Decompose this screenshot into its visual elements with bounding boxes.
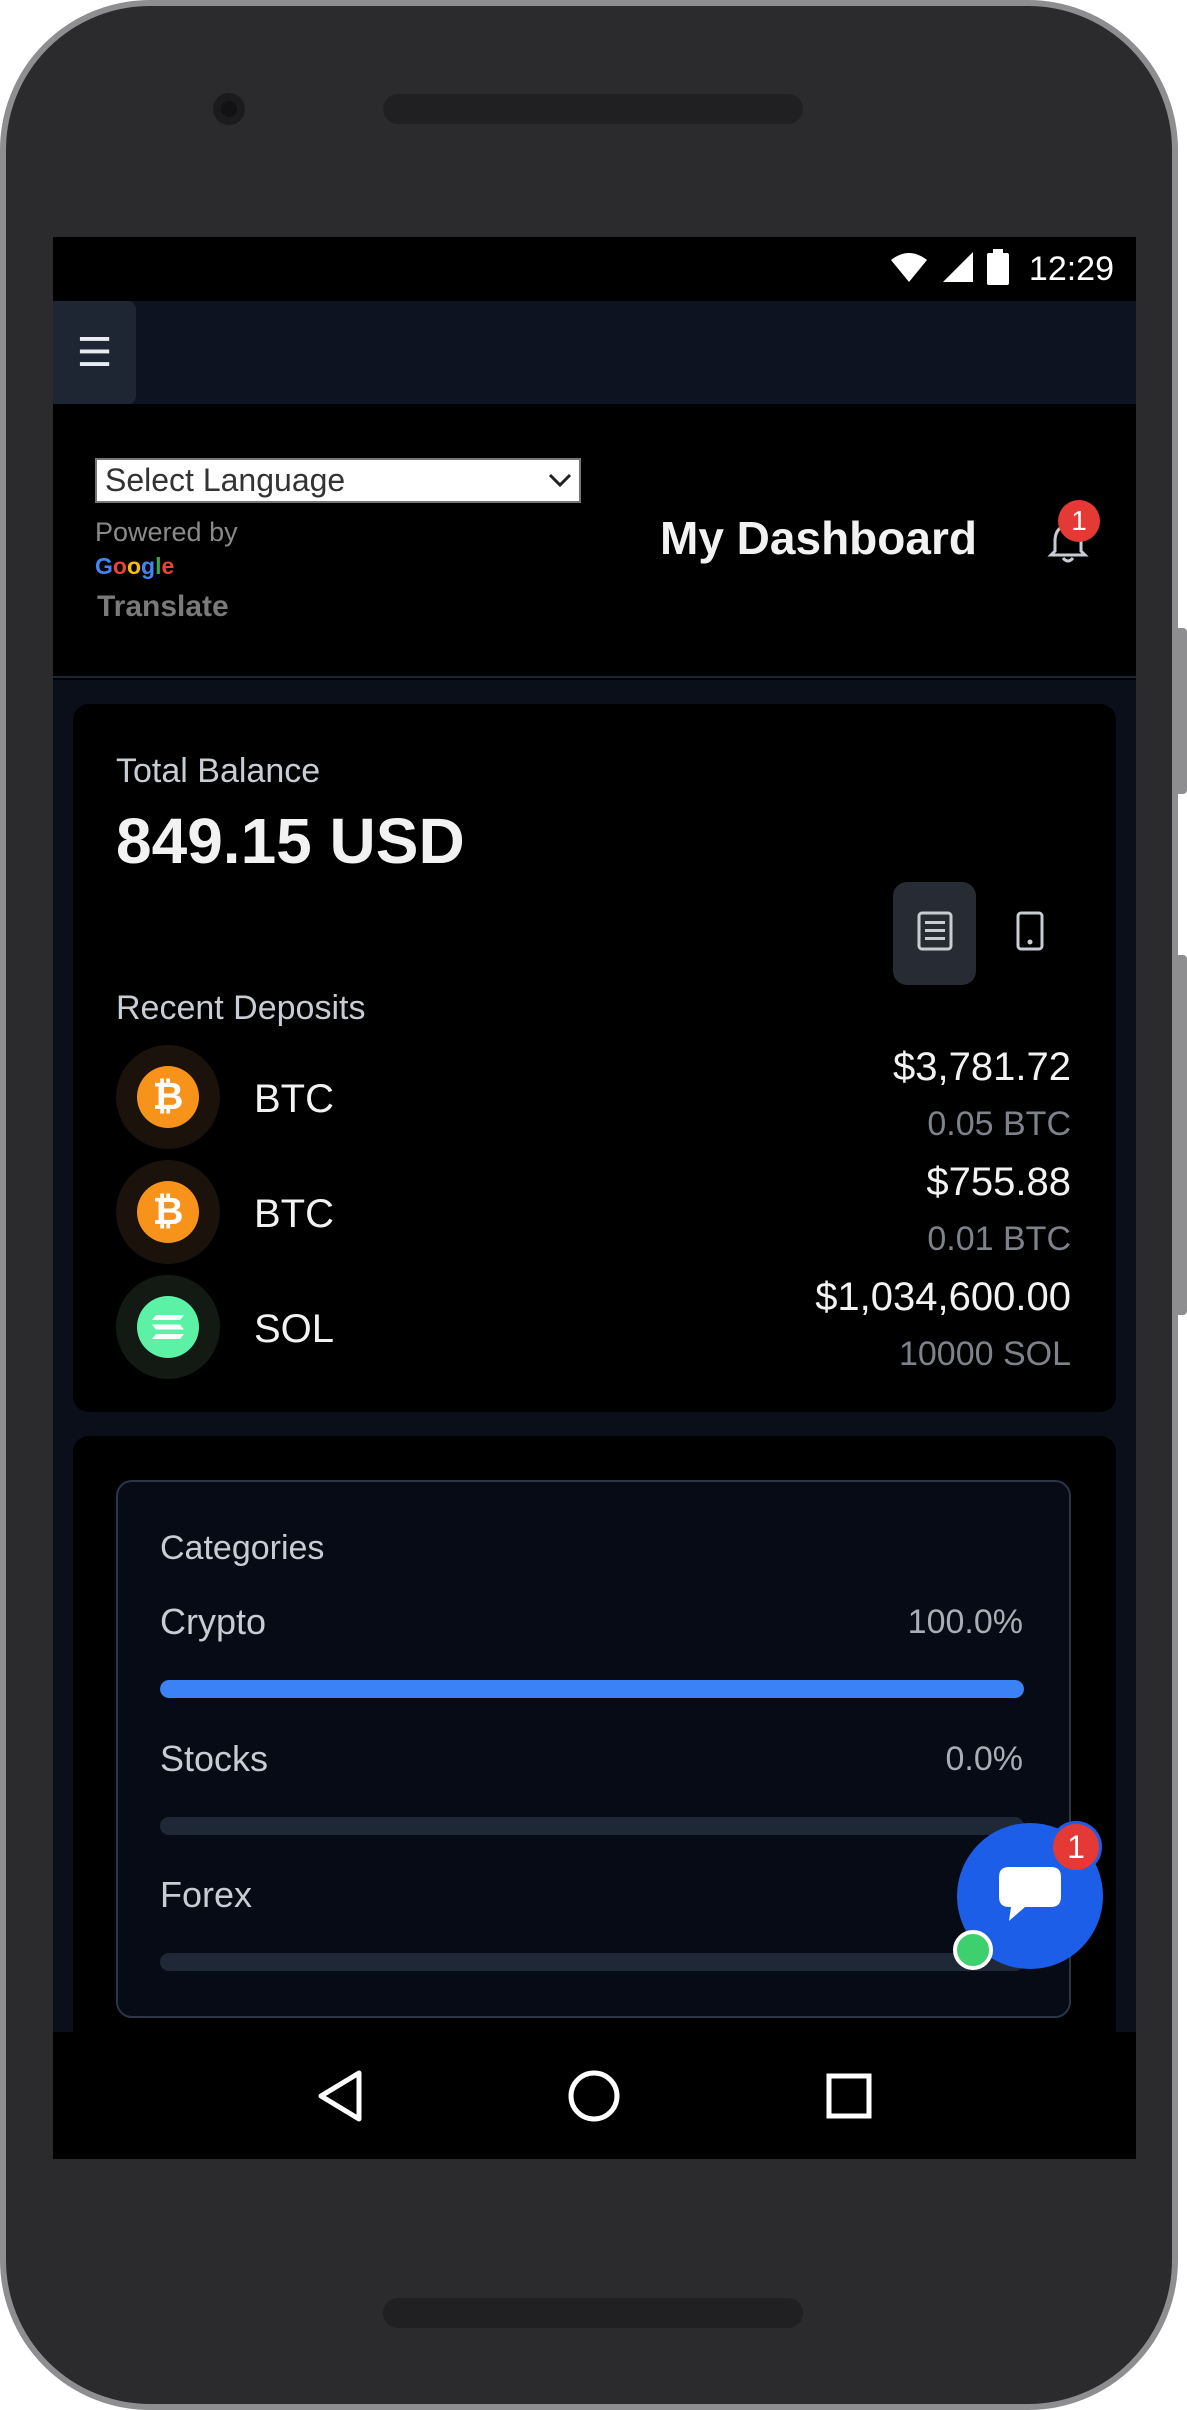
coin-avatar: ₿ [116,1045,220,1149]
device-frame: 12:29 ☰ Select Language Powered by Googl… [0,0,1178,2410]
category-progress-bar [160,1817,1024,1835]
list-view-button[interactable] [893,882,976,985]
deposit-row[interactable]: SOL $1,034,600.00 10000 SOL [116,1275,1071,1385]
recents-icon[interactable] [819,2066,879,2126]
android-nav-bar [53,2032,1136,2159]
chevron-down-icon [547,467,573,495]
phone-view-icon [1016,911,1044,956]
deposit-symbol: BTC [254,1192,334,1236]
deposit-symbol: SOL [254,1307,335,1351]
deposit-amount: 0.05 BTC [927,1105,1071,1143]
coin-avatar: ₿ [116,1160,220,1264]
category-percent: 100.0% [907,1603,1023,1641]
online-status-dot [953,1930,993,1970]
chat-badge: 1 [1050,1821,1102,1873]
category-progress-fill [160,1680,1024,1698]
translate-link[interactable]: Translate [97,590,229,624]
phone-view-button[interactable] [988,882,1071,985]
hamburger-menu-icon: ☰ [76,330,113,375]
solana-icon [137,1296,199,1358]
category-percent: 0.0% [945,1740,1024,1778]
earpiece-speaker [383,94,803,124]
status-bar: 12:29 [53,237,1136,301]
dashboard-header: Select Language Powered by Google Transl… [53,404,1136,678]
app-bar: ☰ [53,301,1136,404]
recent-deposits-label: Recent Deposits [116,989,366,1027]
deposit-usd-value: $3,781.72 [893,1045,1071,1089]
deposit-usd-value: $1,034,600.00 [815,1275,1071,1319]
home-icon[interactable] [564,2066,624,2126]
power-button [1176,628,1187,794]
deposit-usd-value: $755.88 [926,1160,1071,1204]
total-balance-label: Total Balance [116,752,321,790]
bitcoin-icon: ₿ [137,1181,199,1243]
menu-button[interactable]: ☰ [53,301,136,404]
total-balance-value: 849.15 USD [116,805,465,877]
category-name: Forex [160,1874,253,1915]
google-logo: Google [95,553,175,579]
powered-by-label: Powered by [95,517,238,547]
category-name: Stocks [160,1738,269,1779]
categories-title: Categories [160,1529,325,1567]
front-camera [213,93,245,125]
status-time: 12:29 [1028,249,1114,288]
category-progress-bar [160,1953,1024,1971]
category-name: Crypto [160,1601,267,1642]
battery-icon [986,248,1009,290]
deposit-row[interactable]: ₿ BTC $755.88 0.01 BTC [116,1160,1071,1270]
bottom-speaker [383,2298,803,2328]
deposit-amount: 0.01 BTC [927,1220,1071,1258]
bitcoin-icon: ₿ [137,1066,199,1128]
page-title: My Dashboard [660,512,977,564]
volume-button [1176,955,1187,1315]
wifi-icon [889,250,929,289]
language-select[interactable]: Select Language [95,458,581,503]
notification-badge: 1 [1058,500,1100,542]
back-icon[interactable] [310,2066,370,2126]
category-progress-bar [160,1680,1024,1698]
coin-avatar [116,1275,220,1379]
deposit-symbol: BTC [254,1077,334,1121]
deposit-row[interactable]: ₿ BTC $3,781.72 0.05 BTC [116,1045,1071,1155]
signal-icon [941,250,975,289]
language-select-value: Select Language [105,462,346,498]
screen: 12:29 ☰ Select Language Powered by Googl… [53,237,1136,2159]
deposit-amount: 10000 SOL [898,1335,1071,1373]
list-view-icon [917,911,953,956]
chat-bubble-icon [995,1863,1065,1930]
